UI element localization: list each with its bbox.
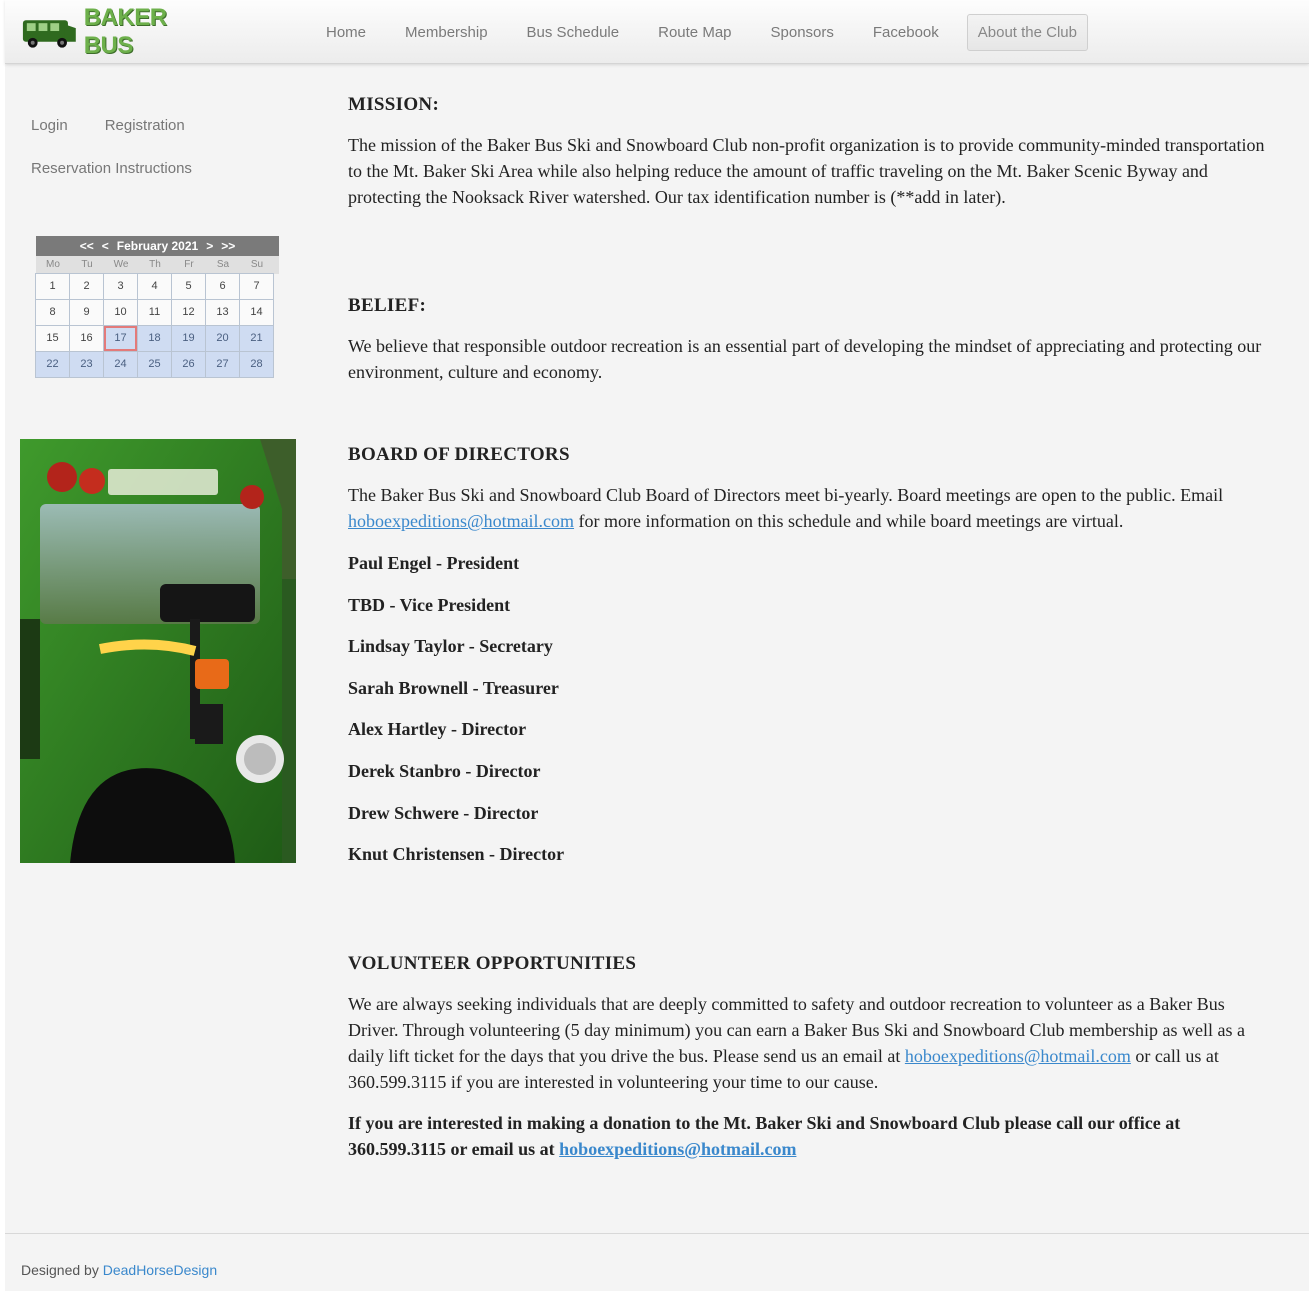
footer-designed-by: Designed by <box>21 1262 103 1278</box>
board-member: Paul Engel - President <box>348 553 520 573</box>
calendar-day[interactable]: 16 <box>69 325 104 352</box>
site-header: BAKER BUS Home Membership Bus Schedule R… <box>5 0 1309 64</box>
mission-section: MISSION: The mission of the Baker Bus Sk… <box>348 92 1278 210</box>
board-text-before: The Baker Bus Ski and Snowboard Club Boa… <box>348 485 1224 505</box>
footer-divider <box>5 1233 1309 1234</box>
calendar-day[interactable]: 23 <box>69 351 104 378</box>
weekday-label: Mo <box>46 259 60 270</box>
calendar-day[interactable]: 22 <box>35 351 70 378</box>
mission-text: The mission of the Baker Bus Ski and Sno… <box>348 135 1265 207</box>
belief-heading: BELIEF: <box>348 295 427 316</box>
board-members-list: Paul Engel - President TBD - Vice Preside… <box>348 550 1278 883</box>
donation-text: If you are interested in making a donati… <box>348 1110 1278 1162</box>
calendar-month-label: February 2021 <box>116 239 199 253</box>
weekday-label: Fr <box>184 259 194 270</box>
weekday-label: We <box>113 259 129 270</box>
next-month-button[interactable]: > <box>206 239 213 253</box>
calendar-day[interactable]: 8 <box>35 299 70 326</box>
next-year-button[interactable]: >> <box>221 239 235 253</box>
sidebar-links: Login Registration Reservation Instructi… <box>31 114 229 200</box>
calendar-day[interactable]: 6 <box>205 273 240 300</box>
designer-link[interactable]: DeadHorseDesign <box>103 1262 217 1278</box>
calendar-day[interactable]: 14 <box>239 299 274 326</box>
login-link[interactable]: Login <box>31 117 68 134</box>
calendar-day[interactable]: 2 <box>69 273 104 300</box>
board-member: Sarah Brownell - Treasurer <box>348 677 559 698</box>
belief-section: BELIEF: We believe that responsible outd… <box>348 293 1278 385</box>
reservation-instructions-link[interactable]: Reservation Instructions <box>31 160 192 177</box>
weekday-label: Sa <box>216 259 230 270</box>
nav-sponsors[interactable]: Sponsors <box>760 14 845 51</box>
volunteer-email-link[interactable]: hoboexpeditions@hotmail.com <box>905 1046 1131 1066</box>
registration-link[interactable]: Registration <box>105 117 185 134</box>
nav-facebook[interactable]: Facebook <box>862 14 950 51</box>
board-section: BOARD OF DIRECTORS The Baker Bus Ski and… <box>348 442 1278 883</box>
prev-year-button[interactable]: << <box>80 239 94 253</box>
donation-email-link[interactable]: hoboexpeditions@hotmail.com <box>559 1139 796 1159</box>
board-email-link[interactable]: hoboexpeditions@hotmail.com <box>348 511 574 531</box>
board-member: Knut Christensen - Director <box>348 844 565 865</box>
calendar-weekdays: Mo Tu We Th Fr Sa Su <box>36 256 279 274</box>
calendar-day[interactable]: 9 <box>69 299 104 326</box>
calendar-day[interactable]: 13 <box>205 299 240 326</box>
calendar-day[interactable]: 19 <box>171 325 206 352</box>
bus-photo <box>20 439 296 863</box>
calendar-day[interactable]: 27 <box>205 351 240 378</box>
calendar-day[interactable]: 20 <box>205 325 240 352</box>
weekday-label: Su <box>250 259 264 270</box>
calendar-day[interactable]: 4 <box>137 273 172 300</box>
main-nav: Home Membership Bus Schedule Route Map S… <box>315 10 1088 54</box>
weekday-label: Tu <box>81 259 93 270</box>
board-text-after: for more information on this schedule an… <box>574 511 1124 531</box>
calendar-day[interactable]: 24 <box>103 351 138 378</box>
logo-text: BAKER BUS <box>83 4 167 59</box>
nav-about-the-club[interactable]: About the Club <box>966 13 1088 51</box>
calendar-day-today[interactable]: 17 <box>103 325 138 352</box>
weekday-label: Th <box>149 259 161 270</box>
calendar-day[interactable]: 7 <box>239 273 274 300</box>
calendar-day[interactable]: 3 <box>103 273 138 300</box>
volunteer-section: VOLUNTEER OPPORTUNITIES We are always se… <box>348 951 1278 1162</box>
calendar-day[interactable]: 11 <box>137 299 172 326</box>
mission-heading: MISSION: <box>348 94 440 115</box>
board-member: Derek Stanbro - Director <box>348 760 541 781</box>
calendar-day[interactable]: 1 <box>35 273 70 300</box>
volunteer-heading: VOLUNTEER OPPORTUNITIES <box>348 953 637 974</box>
bus-photo-image <box>20 439 296 863</box>
site-footer: Designed by DeadHorseDesign <box>21 1262 217 1278</box>
calendar-grid: 1 2 3 4 5 6 7 8 9 10 11 12 13 14 15 16 17 18 19 20 21 22 23 24 2… <box>35 273 279 378</box>
board-member: TBD - Vice President <box>348 594 511 615</box>
calendar-header: << < February 2021 > >> <box>36 236 279 256</box>
prev-month-button[interactable]: < <box>102 239 109 253</box>
board-heading: BOARD OF DIRECTORS <box>348 444 570 465</box>
board-member: Drew Schwere - Director <box>348 802 539 823</box>
page: BAKER BUS Home Membership Bus Schedule R… <box>5 0 1309 1291</box>
calendar-day[interactable]: 18 <box>137 325 172 352</box>
nav-route-map[interactable]: Route Map <box>647 14 742 51</box>
calendar-day[interactable]: 28 <box>239 351 274 378</box>
calendar-day[interactable]: 26 <box>171 351 206 378</box>
volunteer-text: We are always seeking individuals that a… <box>348 991 1278 1095</box>
calendar-day[interactable]: 5 <box>171 273 206 300</box>
calendar-day[interactable]: 25 <box>137 351 172 378</box>
calendar-day[interactable]: 15 <box>35 325 70 352</box>
nav-membership[interactable]: Membership <box>394 14 499 51</box>
calendar-day[interactable]: 21 <box>239 325 274 352</box>
belief-text: We believe that responsible outdoor recr… <box>348 336 1262 382</box>
nav-home[interactable]: Home <box>315 14 377 51</box>
calendar-day[interactable]: 12 <box>171 299 206 326</box>
calendar-widget: << < February 2021 > >> Mo Tu We Th Fr Sa Su 1… <box>35 236 279 378</box>
calendar-day[interactable]: 10 <box>103 299 138 326</box>
board-text: The Baker Bus Ski and Snowboard Club Boa… <box>348 482 1278 534</box>
nav-bus-schedule[interactable]: Bus Schedule <box>516 14 631 51</box>
board-member: Lindsay Taylor - Secretary <box>348 636 553 657</box>
board-member: Alex Hartley - Director <box>348 719 527 740</box>
site-logo[interactable]: BAKER BUS <box>19 4 219 59</box>
bus-logo-icon <box>22 20 76 48</box>
